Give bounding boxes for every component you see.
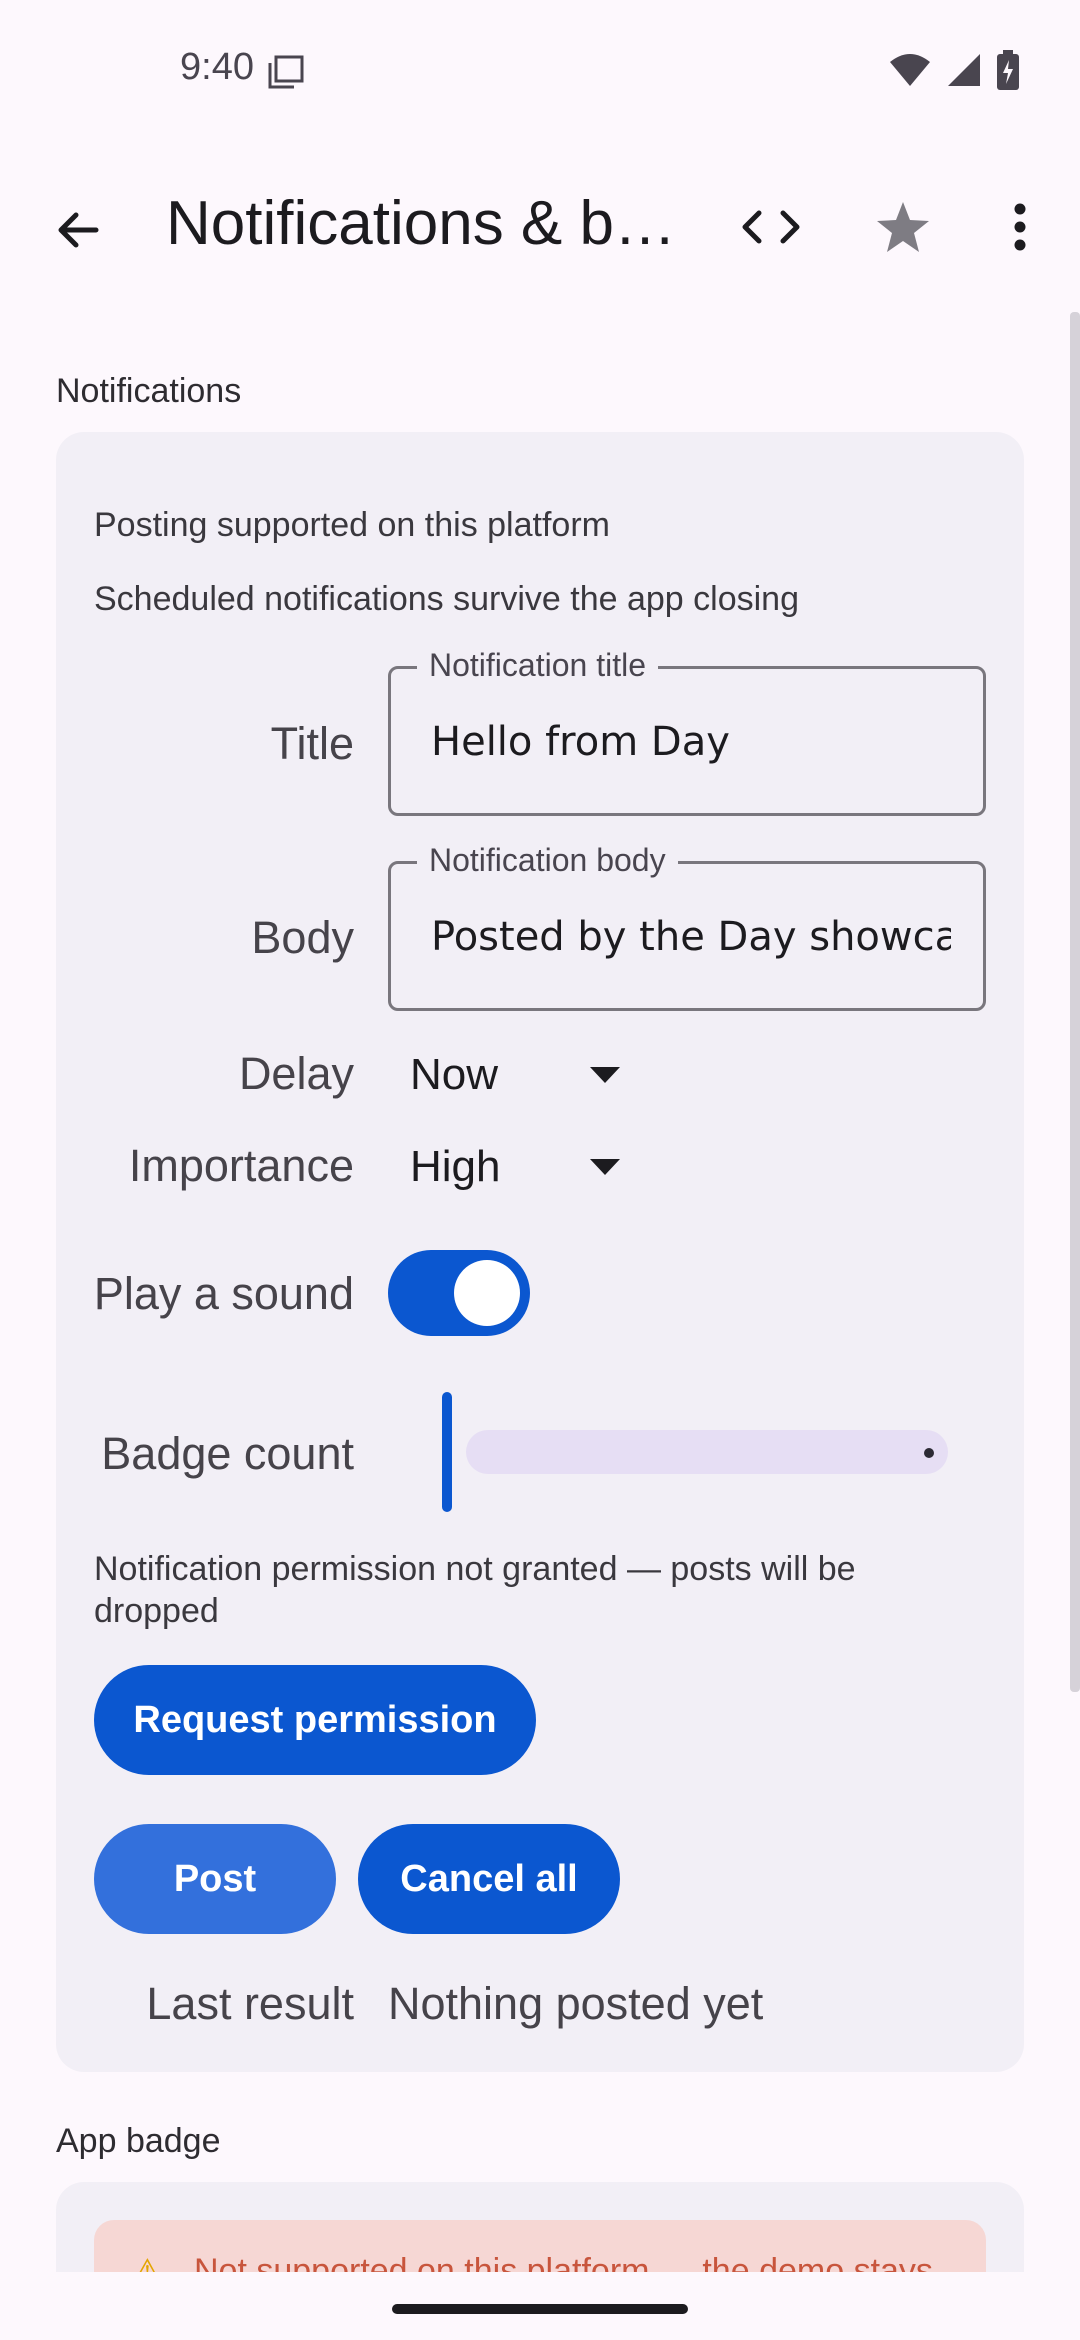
- more-options-button[interactable]: [1000, 192, 1040, 262]
- notification-title-input[interactable]: [431, 719, 951, 765]
- cancel-all-button[interactable]: Cancel all: [358, 1824, 620, 1934]
- dropdown-arrow-icon: [590, 1159, 620, 1175]
- cell-signal-icon: [948, 54, 980, 86]
- favorite-button[interactable]: [868, 192, 938, 262]
- badge-count-slider-track[interactable]: [466, 1430, 948, 1474]
- dropdown-arrow-icon: [590, 1067, 620, 1083]
- arrow-back-icon: [58, 212, 99, 248]
- body-label: Body: [251, 912, 354, 963]
- importance-value: High: [410, 1142, 501, 1191]
- page-title: Notifications & badges: [166, 189, 696, 258]
- post-button[interactable]: Post: [94, 1824, 336, 1934]
- notification-body-input[interactable]: [431, 914, 951, 960]
- delay-dropdown[interactable]: Now: [410, 1040, 620, 1110]
- view-source-button[interactable]: [736, 192, 806, 262]
- notification-body-field[interactable]: Notification body: [388, 842, 986, 1011]
- delay-label: Delay: [238, 1048, 354, 1099]
- slider-stop-indicator: [924, 1448, 934, 1458]
- star-icon: [877, 202, 929, 252]
- delay-value: Now: [410, 1050, 499, 1099]
- back-button[interactable]: [40, 192, 116, 268]
- notification-body-field-label: Notification body: [417, 842, 678, 879]
- status-time: 9:40: [180, 46, 254, 88]
- play-sound-label: Play a sound: [93, 1268, 354, 1319]
- badge-count-slider-handle[interactable]: [442, 1392, 452, 1512]
- status-icons: [888, 50, 1020, 90]
- badge-count-label: Badge count: [101, 1428, 354, 1479]
- switch-thumb: [454, 1260, 520, 1326]
- section-label-app-badge: App badge: [56, 2122, 221, 2160]
- section-label-notifications: Notifications: [56, 372, 242, 410]
- gesture-nav-handle[interactable]: [392, 2304, 688, 2314]
- last-result-value: Nothing posted yet: [388, 1978, 764, 2029]
- importance-label: Importance: [128, 1140, 354, 1191]
- request-permission-button[interactable]: Request permission: [94, 1665, 536, 1775]
- status-bar: 9:40: [0, 0, 1080, 140]
- play-sound-switch[interactable]: [388, 1250, 530, 1336]
- battery-icon: [997, 50, 1019, 90]
- last-result-label: Last result: [146, 1978, 354, 2029]
- posting-support-text: Posting supported on this platform: [94, 506, 610, 544]
- scheduled-info-text: Scheduled notifications survive the app …: [94, 580, 799, 618]
- notification-title-field[interactable]: Notification title: [388, 647, 986, 816]
- scrollbar[interactable]: [1070, 312, 1080, 1692]
- wifi-icon: [890, 54, 930, 86]
- code-icon: [742, 210, 800, 244]
- notification-title-field-label: Notification title: [417, 647, 658, 684]
- screenshot-icon: [268, 55, 304, 89]
- top-app-bar: Notifications & badges: [0, 170, 1080, 280]
- permission-warning-text: Notification permission not granted — po…: [94, 1550, 856, 1630]
- title-label: Title: [270, 718, 354, 769]
- more-vert-icon: [1014, 203, 1026, 251]
- importance-dropdown[interactable]: High: [410, 1132, 620, 1202]
